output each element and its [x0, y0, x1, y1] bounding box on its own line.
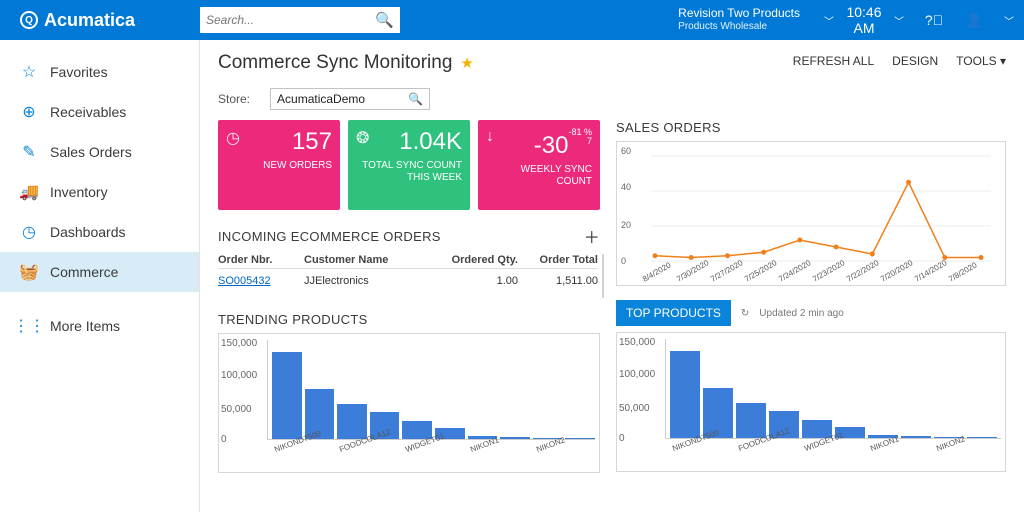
- clock-label[interactable]: 10:46 AM: [844, 4, 884, 36]
- refresh-icon[interactable]: ↻: [741, 308, 749, 319]
- cell-qty: 1.00: [448, 275, 518, 287]
- sidebar-item-label: Receivables: [50, 104, 126, 120]
- bar-group: [267, 340, 595, 440]
- top-products-chart[interactable]: 150,000 100,000 50,000 0 NIKOND7500FOODC…: [616, 332, 1006, 472]
- incoming-orders-table: Order Nbr. Customer Name Ordered Qty. Or…: [218, 254, 598, 298]
- card-label: TOTAL SYNC COUNT THIS WEEK: [356, 160, 462, 184]
- card-label: NEW ORDERS: [226, 160, 332, 172]
- ytick: 100,000: [619, 369, 655, 380]
- card-value: 1.04K: [356, 128, 462, 156]
- brand-label: Acumatica: [44, 10, 135, 31]
- favorite-star-icon[interactable]: ★: [460, 54, 473, 72]
- page-title-text: Commerce Sync Monitoring: [218, 52, 452, 74]
- sidebar-item-label: Inventory: [50, 184, 108, 200]
- card-total-sync[interactable]: ❂ 1.04K TOTAL SYNC COUNT THIS WEEK: [348, 120, 470, 210]
- sidebar-item-label: Commerce: [50, 264, 118, 280]
- sidebar-item-label: Sales Orders: [50, 144, 132, 160]
- gauge-icon: ◷: [20, 222, 38, 242]
- tenant-selector[interactable]: Revision Two Products Products Wholesale: [664, 6, 814, 34]
- lookup-icon[interactable]: 🔍: [408, 92, 423, 106]
- cell-total: 1,511.00: [518, 275, 598, 287]
- add-button[interactable]: ＋: [584, 224, 600, 248]
- brand[interactable]: Q Acumatica: [0, 10, 200, 31]
- ytick: 40: [621, 182, 631, 192]
- ytick: 0: [619, 433, 625, 444]
- ytick: 20: [621, 220, 631, 230]
- order-link[interactable]: SO005432: [218, 275, 271, 287]
- sidebar-item-favorites[interactable]: ☆ Favorites: [0, 52, 199, 92]
- updated-label: Updated 2 min ago: [759, 308, 844, 319]
- store-value: AcumaticaDemo: [277, 92, 365, 106]
- gauge-icon: ◷: [226, 128, 240, 148]
- sidebar: ☆ Favorites ⊕ Receivables ✎ Sales Orders…: [0, 40, 200, 512]
- sidebar-item-label: Favorites: [50, 64, 108, 80]
- sidebar-item-more[interactable]: ⋮⋮ More Items: [0, 306, 199, 346]
- bar[interactable]: [670, 351, 700, 438]
- store-selector[interactable]: AcumaticaDemo 🔍: [270, 88, 430, 110]
- chevron-down-icon[interactable]: ﹀: [884, 13, 914, 28]
- store-label: Store:: [218, 92, 250, 106]
- brand-icon: Q: [20, 11, 38, 29]
- col-total[interactable]: Order Total: [518, 254, 598, 266]
- help-icon[interactable]: ?⃝: [914, 12, 954, 28]
- bar-group: [665, 339, 1001, 439]
- main-content: Commerce Sync Monitoring ★ REFRESH ALL D…: [200, 40, 1024, 512]
- line-plot: [621, 146, 1001, 276]
- tenant-name: Revision Two Products: [678, 6, 800, 20]
- chevron-down-icon[interactable]: ﹀: [814, 13, 844, 28]
- refresh-all-button[interactable]: REFRESH ALL: [793, 54, 874, 68]
- card-weekly-sync[interactable]: ↓ -30-81 %7 WEEKLY SYNC COUNT: [478, 120, 600, 210]
- grid-icon: ⋮⋮: [20, 316, 38, 336]
- sidebar-item-inventory[interactable]: 🚚 Inventory: [0, 172, 199, 212]
- ytick: 0: [221, 434, 227, 445]
- sidebar-item-label: More Items: [50, 318, 120, 334]
- sidebar-item-commerce[interactable]: 🧺 Commerce: [0, 252, 199, 292]
- ytick: 0: [621, 256, 626, 266]
- ytick: 150,000: [221, 338, 257, 349]
- top-products-tab[interactable]: TOP PRODUCTS: [616, 300, 731, 326]
- incoming-orders-title: INCOMING ECOMMERCE ORDERS: [218, 229, 441, 244]
- col-qty[interactable]: Ordered Qty.: [448, 254, 518, 266]
- user-icon[interactable]: 👤: [954, 12, 994, 29]
- trending-products-chart[interactable]: 150,000 100,000 50,000 0 NIKOND7500FOODC…: [218, 333, 600, 473]
- cell-customer: JJElectronics: [298, 275, 448, 287]
- sidebar-item-receivables[interactable]: ⊕ Receivables: [0, 92, 199, 132]
- arrow-down-icon: ↓: [486, 128, 494, 146]
- top-bar: Q Acumatica 🔍 Revision Two Products Prod…: [0, 0, 1024, 40]
- edit-icon: ✎: [20, 142, 38, 162]
- col-customer[interactable]: Customer Name: [298, 254, 448, 266]
- ytick: 150,000: [619, 337, 655, 348]
- global-search[interactable]: 🔍: [200, 7, 400, 33]
- star-icon: ☆: [20, 62, 38, 82]
- sidebar-item-sales-orders[interactable]: ✎ Sales Orders: [0, 132, 199, 172]
- table-row[interactable]: SO005432 JJElectronics 1.00 1,511.00: [218, 269, 598, 293]
- sidebar-item-dashboards[interactable]: ◷ Dashboards: [0, 212, 199, 252]
- ytick: 60: [621, 146, 631, 156]
- ytick: 50,000: [221, 404, 252, 415]
- ytick: 100,000: [221, 370, 257, 381]
- design-button[interactable]: DESIGN: [892, 54, 938, 68]
- sales-orders-title: SALES ORDERS: [616, 120, 721, 135]
- col-order-nbr[interactable]: Order Nbr.: [218, 254, 298, 266]
- search-icon[interactable]: 🔍: [375, 11, 394, 29]
- basket-icon: 🧺: [20, 262, 38, 282]
- card-value: 157: [226, 128, 332, 156]
- plus-circle-icon: ⊕: [20, 102, 38, 122]
- bar[interactable]: [272, 352, 302, 439]
- page-actions: REFRESH ALL DESIGN TOOLS ▾: [793, 54, 1006, 68]
- card-new-orders[interactable]: ◷ 157 NEW ORDERS: [218, 120, 340, 210]
- award-icon: ❂: [356, 128, 369, 148]
- scrollbar[interactable]: [602, 254, 604, 298]
- tenant-sub: Products Wholesale: [678, 20, 800, 34]
- chevron-down-icon[interactable]: ﹀: [994, 13, 1024, 28]
- sidebar-item-label: Dashboards: [50, 224, 126, 240]
- ytick: 50,000: [619, 403, 650, 414]
- sales-orders-chart[interactable]: 60 40 20 0 8/4/20207/30/20207/27/20207/: [616, 141, 1006, 286]
- card-value: -30-81 %7: [486, 128, 592, 160]
- search-input[interactable]: [206, 13, 375, 27]
- trending-title: TRENDING PRODUCTS: [218, 312, 368, 327]
- tools-button[interactable]: TOOLS ▾: [956, 54, 1006, 68]
- card-label: WEEKLY SYNC COUNT: [486, 164, 592, 188]
- truck-icon: 🚚: [20, 182, 38, 202]
